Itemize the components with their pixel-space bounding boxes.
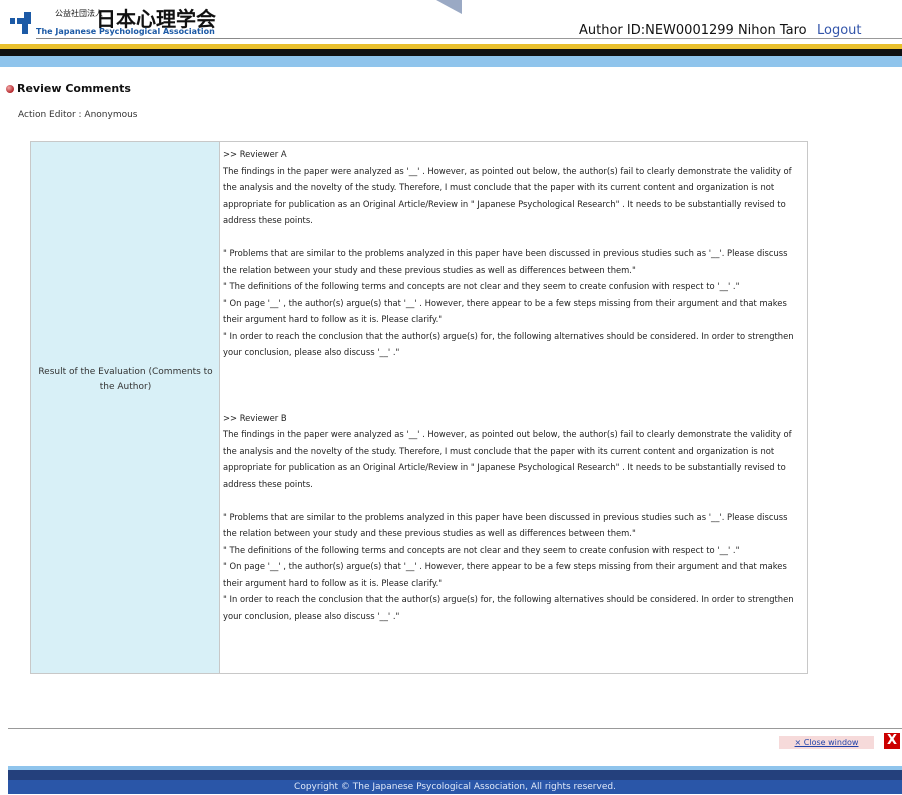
- bullet-icon: [6, 85, 14, 93]
- association-logo: 公益社団法人 日本心理学会 The Japanese Psychological…: [8, 6, 248, 40]
- reviewer-b-comment-2: " The definitions of the following terms…: [223, 544, 740, 555]
- reviewer-b-comment-4: " In order to reach the conclusion that …: [223, 594, 794, 621]
- footer-divider: [8, 728, 902, 729]
- copyright-footer: Copyright © The Japanese Psycological As…: [8, 766, 902, 794]
- header-tab-decoration: [436, 0, 462, 14]
- author-info: Author ID:NEW0001299 Nihon Taro: [579, 23, 807, 38]
- header-divider: [240, 38, 902, 39]
- logo-mark-icon: [10, 9, 36, 35]
- footer-stripe-navy: [8, 770, 902, 780]
- reviewer-a-comment-2: " The definitions of the following terms…: [223, 281, 740, 291]
- reviewer-b-summary: The findings in the paper were analyzed …: [223, 429, 792, 489]
- logout-link[interactable]: Logout: [817, 23, 862, 38]
- reviewer-b-comments: >> Reviewer B The findings in the paper …: [223, 410, 803, 625]
- reviewer-a-comment-3: " On page '__' , the author(s) argue(s) …: [223, 297, 787, 325]
- reviewer-a-summary: The findings in the paper were analyzed …: [223, 165, 792, 226]
- reviewer-a-title: >> Reviewer A: [223, 149, 287, 159]
- header-stripe-blue: [0, 56, 902, 67]
- logo-english-name: The Japanese Psychological Association: [36, 27, 215, 36]
- reviewer-b-title: >> Reviewer B: [223, 412, 287, 423]
- copyright-text: Copyright © The Japanese Psycological As…: [8, 780, 902, 794]
- evaluation-comments: >> Reviewer A The findings in the paper …: [220, 142, 807, 673]
- section-title: Review Comments: [6, 82, 131, 95]
- close-window-icon[interactable]: X: [884, 733, 900, 749]
- evaluation-label: Result of the Evaluation (Comments to th…: [38, 367, 213, 392]
- logo-underline: [36, 38, 248, 39]
- reviewer-b-comment-1: " Problems that are similar to the probl…: [223, 511, 788, 539]
- close-window-link[interactable]: × Close window: [779, 736, 874, 749]
- evaluation-label-cell: Result of the Evaluation (Comments to th…: [31, 142, 220, 673]
- reviewer-a-comment-1: " Problems that are similar to the probl…: [223, 248, 788, 275]
- reviewer-a-comments: >> Reviewer A The findings in the paper …: [223, 146, 803, 361]
- reviewer-b-comment-3: " On page '__' , the author(s) argue(s) …: [223, 561, 787, 588]
- site-header: 公益社団法人 日本心理学会 The Japanese Psychological…: [0, 0, 902, 41]
- action-editor: Action Editor : Anonymous: [18, 110, 138, 120]
- reviewer-a-comment-4: " In order to reach the conclusion that …: [223, 330, 794, 358]
- header-stripe-black: [0, 49, 902, 56]
- section-title-text: Review Comments: [17, 82, 131, 95]
- evaluation-table: Result of the Evaluation (Comments to th…: [30, 141, 808, 674]
